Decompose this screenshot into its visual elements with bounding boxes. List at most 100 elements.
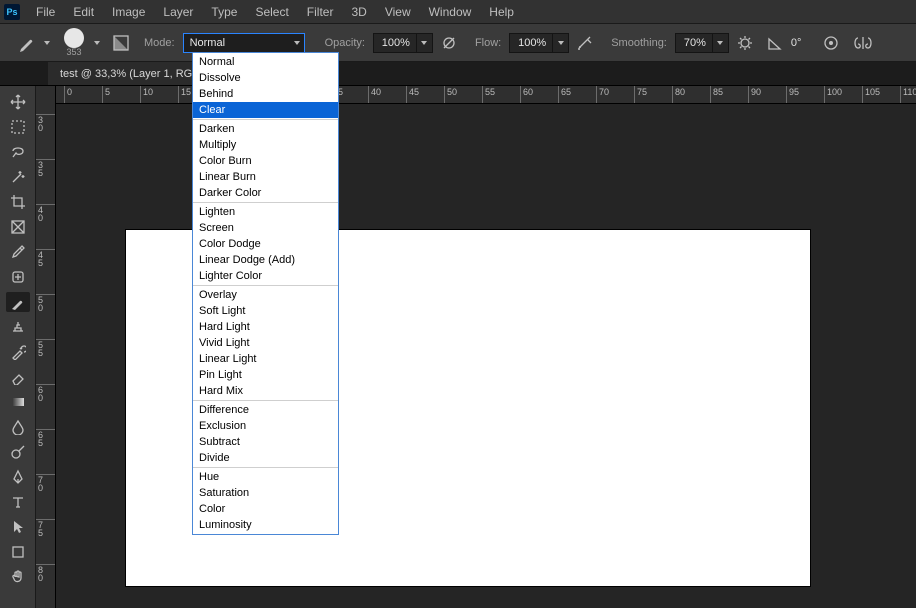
- tool-gradient[interactable]: [6, 392, 30, 412]
- tool-magic-wand[interactable]: [6, 167, 30, 187]
- menu-layer[interactable]: Layer: [155, 2, 201, 22]
- menu-image[interactable]: Image: [104, 2, 153, 22]
- tool-type[interactable]: [6, 492, 30, 512]
- tool-lasso[interactable]: [6, 142, 30, 162]
- tool-dodge[interactable]: [6, 442, 30, 462]
- blend-mode-option[interactable]: Difference: [193, 402, 338, 418]
- menu-help[interactable]: Help: [481, 2, 522, 22]
- tool-crop[interactable]: [6, 192, 30, 212]
- airbrush-icon[interactable]: [577, 35, 593, 51]
- smoothing-options-icon[interactable]: [737, 35, 753, 51]
- menu-view[interactable]: View: [377, 2, 419, 22]
- blend-mode-option[interactable]: Hard Mix: [193, 383, 338, 399]
- symmetry-icon[interactable]: [853, 35, 873, 51]
- blend-mode-option[interactable]: Overlay: [193, 287, 338, 303]
- chevron-down-icon: [558, 41, 564, 45]
- ruler-tick: 40: [36, 204, 56, 221]
- tool-eyedropper[interactable]: [6, 242, 30, 262]
- brush-angle-value[interactable]: 0°: [791, 37, 802, 49]
- blend-mode-option[interactable]: Normal: [193, 54, 338, 70]
- blend-mode-option[interactable]: Pin Light: [193, 367, 338, 383]
- menu-type[interactable]: Type: [203, 2, 245, 22]
- blend-mode-option[interactable]: Clear: [193, 102, 338, 118]
- tool-clone-stamp[interactable]: [6, 317, 30, 337]
- blend-mode-option[interactable]: Color Dodge: [193, 236, 338, 252]
- blend-mode-option[interactable]: Darker Color: [193, 185, 338, 201]
- ruler-tick: 110: [900, 86, 901, 103]
- mode-select[interactable]: Normal: [183, 33, 305, 53]
- document-tab-bar: test @ 33,3% (Layer 1, RGB/8) *: [0, 62, 916, 86]
- blend-mode-option[interactable]: Soft Light: [193, 303, 338, 319]
- tool-brush[interactable]: [6, 292, 30, 312]
- ruler-tick: 15: [178, 86, 179, 103]
- chevron-down-icon: [717, 41, 723, 45]
- ruler-horizontal[interactable]: 0510152025303540455055606570758085909510…: [56, 86, 916, 104]
- blend-mode-option[interactable]: Dissolve: [193, 70, 338, 86]
- smoothing-value: 70%: [684, 37, 706, 49]
- brush-preset-chevron-icon[interactable]: [94, 41, 100, 45]
- ruler-tick: 60: [36, 384, 56, 401]
- tool-hand[interactable]: [6, 567, 30, 587]
- blend-mode-option[interactable]: Subtract: [193, 434, 338, 450]
- canvas-area: 0510152025303540455055606570758085909510…: [36, 86, 916, 608]
- tool-healing-brush[interactable]: [6, 267, 30, 287]
- tool-path-select[interactable]: [6, 517, 30, 537]
- blend-mode-option[interactable]: Screen: [193, 220, 338, 236]
- brush-angle-icon[interactable]: [767, 35, 783, 51]
- flow-input[interactable]: 100%: [509, 33, 569, 53]
- blend-mode-option[interactable]: Color Burn: [193, 153, 338, 169]
- blend-mode-option[interactable]: Darken: [193, 121, 338, 137]
- ruler-tick: 70: [596, 86, 597, 103]
- ruler-tick: 95: [786, 86, 787, 103]
- app-logo-icon: Ps: [4, 4, 20, 20]
- tool-eraser[interactable]: [6, 367, 30, 387]
- tool-blur[interactable]: [6, 417, 30, 437]
- blend-mode-option[interactable]: Exclusion: [193, 418, 338, 434]
- tool-history-brush[interactable]: [6, 342, 30, 362]
- ruler-tick: 60: [520, 86, 521, 103]
- menu-window[interactable]: Window: [421, 2, 480, 22]
- blend-mode-option[interactable]: Linear Dodge (Add): [193, 252, 338, 268]
- tool-frame[interactable]: [6, 217, 30, 237]
- ruler-tick: 50: [36, 294, 56, 311]
- blend-mode-option[interactable]: Vivid Light: [193, 335, 338, 351]
- canvas-viewport[interactable]: [56, 104, 916, 608]
- blend-mode-option[interactable]: Color: [193, 501, 338, 517]
- ruler-tick: 80: [36, 564, 56, 581]
- tool-preset-icon[interactable]: [18, 34, 36, 52]
- blend-mode-option[interactable]: Linear Light: [193, 351, 338, 367]
- tool-pen[interactable]: [6, 467, 30, 487]
- brush-preview-icon: [64, 28, 84, 48]
- blend-mode-option[interactable]: Saturation: [193, 485, 338, 501]
- blend-mode-option[interactable]: Divide: [193, 450, 338, 466]
- ruler-tick: 70: [36, 474, 56, 491]
- ruler-vertical[interactable]: 3035404550556065707580: [36, 86, 56, 608]
- smoothing-input[interactable]: 70%: [675, 33, 729, 53]
- blend-mode-option[interactable]: Hard Light: [193, 319, 338, 335]
- opacity-input[interactable]: 100%: [373, 33, 433, 53]
- ruler-tick: 55: [36, 339, 56, 356]
- tool-shape[interactable]: [6, 542, 30, 562]
- size-pressure-icon[interactable]: [823, 35, 839, 51]
- blend-mode-option[interactable]: Hue: [193, 469, 338, 485]
- ruler-tick: 80: [672, 86, 673, 103]
- blend-mode-option[interactable]: Behind: [193, 86, 338, 102]
- mode-dropdown[interactable]: NormalDissolveBehindClearDarkenMultiplyC…: [192, 52, 339, 535]
- menu-select[interactable]: Select: [247, 2, 296, 22]
- menu-edit[interactable]: Edit: [65, 2, 102, 22]
- brush-preset-picker[interactable]: 353: [64, 28, 84, 57]
- tool-preset-chevron-icon[interactable]: [44, 41, 50, 45]
- opacity-pressure-icon[interactable]: [441, 35, 457, 51]
- blend-mode-option[interactable]: Linear Burn: [193, 169, 338, 185]
- blend-mode-option[interactable]: Luminosity: [193, 517, 338, 533]
- menu-filter[interactable]: Filter: [299, 2, 342, 22]
- menu-file[interactable]: File: [28, 2, 63, 22]
- blend-mode-option[interactable]: Lighten: [193, 204, 338, 220]
- flow-value: 100%: [518, 37, 546, 49]
- tool-marquee[interactable]: [6, 117, 30, 137]
- brush-settings-icon[interactable]: [112, 34, 130, 52]
- blend-mode-option[interactable]: Lighter Color: [193, 268, 338, 284]
- menu-3d[interactable]: 3D: [343, 2, 374, 22]
- tool-move[interactable]: [6, 92, 30, 112]
- blend-mode-option[interactable]: Multiply: [193, 137, 338, 153]
